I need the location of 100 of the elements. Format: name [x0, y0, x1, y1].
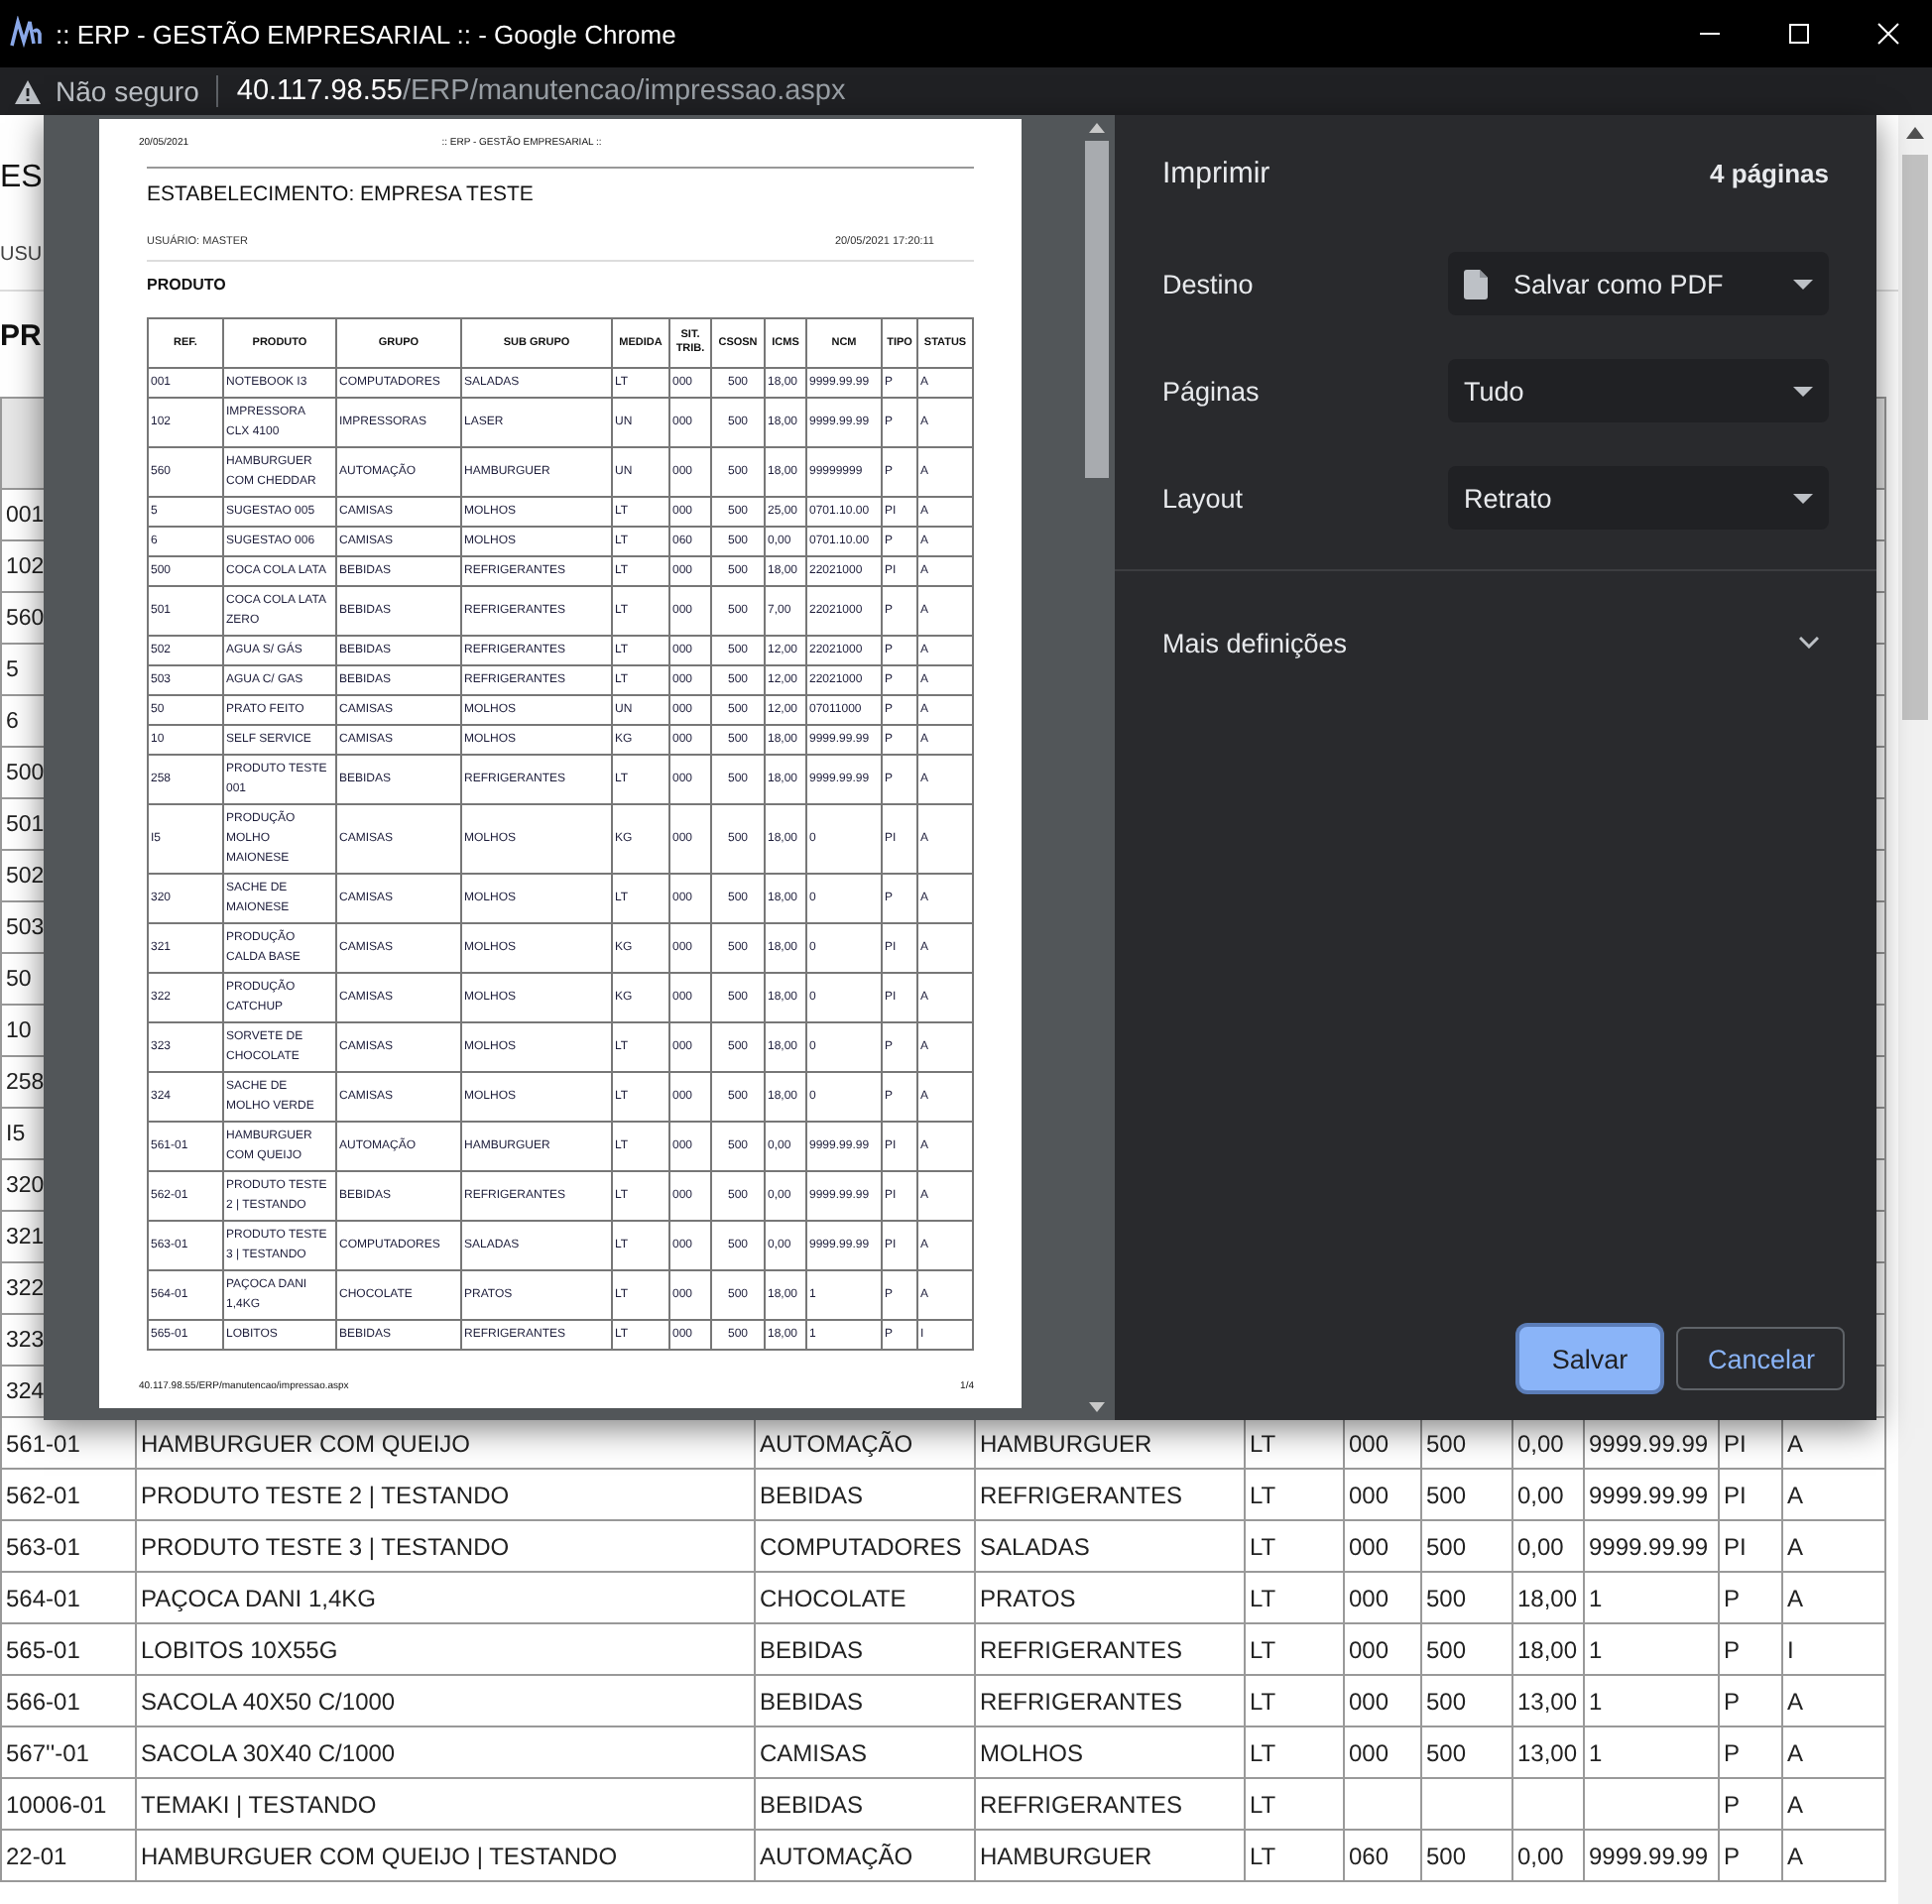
table-cell: TEMAKI | TESTANDO — [136, 1778, 755, 1830]
table-cell: A — [1782, 1726, 1885, 1778]
table-cell: BEBIDAS — [755, 1623, 975, 1675]
table-cell: 1 — [1584, 1726, 1719, 1778]
table-cell: LT — [1245, 1469, 1344, 1520]
table-cell: A — [1782, 1572, 1885, 1623]
table-cell: 060 — [1344, 1830, 1421, 1881]
table-cell: P — [1719, 1830, 1782, 1881]
establishment-title: ESTABELECIMENTO: EMPRESA TESTE — [147, 180, 536, 208]
table-cell: PI — [1719, 1469, 1782, 1520]
dialog-title: Imprimir — [1162, 155, 1270, 194]
table-cell: P — [1719, 1623, 1782, 1675]
table-cell: 000 — [1344, 1520, 1421, 1572]
logo-icon — [8, 16, 44, 52]
table-cell: HAMBURGUER — [975, 1830, 1245, 1881]
setting-label: Páginas — [1162, 376, 1262, 406]
caret-icon — [1793, 493, 1813, 503]
table-cell: PI — [1719, 1520, 1782, 1572]
table-cell: 565-01 — [1, 1623, 136, 1675]
scroll-down-icon — [1088, 1402, 1104, 1412]
table-cell: 9999.99.99 — [1584, 1830, 1719, 1881]
table-cell: PRODUTO TESTE 3 | TESTANDO — [136, 1520, 755, 1572]
table-cell: REFRIGERANTES — [975, 1469, 1245, 1520]
dropdown[interactable]: Salvar como PDF — [1448, 252, 1829, 315]
table-cell: 500 — [1421, 1469, 1512, 1520]
table-cell: CHOCOLATE — [755, 1572, 975, 1623]
section-heading: PR — [0, 317, 42, 357]
warning-icon — [14, 78, 42, 104]
table-cell: 1 — [1584, 1675, 1719, 1726]
cancel-button[interactable]: Cancelar — [1676, 1327, 1845, 1390]
user-label: USU — [0, 242, 43, 270]
table-cell: A — [1782, 1830, 1885, 1881]
file-icon — [1464, 269, 1488, 298]
table-cell: 562-01 — [1, 1469, 136, 1520]
table-cell: P — [1719, 1675, 1782, 1726]
table-cell: MOLHOS — [975, 1726, 1245, 1778]
dropdown[interactable]: Retrato — [1448, 466, 1829, 530]
scrollbar-thumb[interactable] — [1084, 141, 1108, 478]
table-cell: 0,00 — [1512, 1469, 1584, 1520]
chevron-icon — [1799, 637, 1819, 649]
table-cell: SACOLA 30X40 C/1000 — [136, 1726, 755, 1778]
maximize-icon — [1786, 22, 1810, 46]
table-cell: LOBITOS 10X55G — [136, 1623, 755, 1675]
table-cell: 9999.99.99 — [1584, 1469, 1719, 1520]
table-cell: 500 — [1421, 1572, 1512, 1623]
window-title: :: ERP - GESTÃO EMPRESARIAL :: - Google Chrome — [56, 19, 678, 49]
table-cell: SALADAS — [975, 1520, 1245, 1572]
table-cell: REFRIGERANTES — [975, 1675, 1245, 1726]
table-cell: P — [1719, 1778, 1782, 1830]
table-cell: A — [1782, 1675, 1885, 1726]
table-cell: LT — [1245, 1830, 1344, 1881]
page-count: 4 páginas — [1710, 157, 1829, 192]
table-cell: 500 — [1421, 1675, 1512, 1726]
table-cell: A — [1782, 1778, 1885, 1830]
table-cell: BEBIDAS — [755, 1675, 975, 1726]
table-cell: HAMBURGUER COM QUEIJO | TESTANDO — [136, 1830, 755, 1881]
table-cell: 000 — [1344, 1623, 1421, 1675]
table-cell: LT — [1245, 1675, 1344, 1726]
scrollbar-thumb[interactable] — [1902, 155, 1928, 720]
table-cell: 567''-01 — [1, 1726, 136, 1778]
table-cell: I — [1782, 1623, 1885, 1675]
scroll-up-icon — [1906, 127, 1924, 139]
table-cell: REFRIGERANTES — [975, 1623, 1245, 1675]
table-cell: 564-01 — [1, 1572, 136, 1623]
table-cell: 500 — [1421, 1726, 1512, 1778]
dropdown[interactable]: Tudo — [1448, 359, 1829, 422]
table-cell: COMPUTADORES — [755, 1520, 975, 1572]
table-cell: A — [1782, 1469, 1885, 1520]
table-cell: 10006-01 — [1, 1778, 136, 1830]
table-cell: 000 — [1344, 1572, 1421, 1623]
table-cell: BEBIDAS — [755, 1469, 975, 1520]
table-cell: REFRIGERANTES — [975, 1778, 1245, 1830]
table-cell: LT — [1245, 1623, 1344, 1675]
scrollbar[interactable] — [1898, 115, 1932, 1904]
table-cell: SACOLA 40X50 C/1000 — [136, 1675, 755, 1726]
table-cell: 1 — [1584, 1572, 1719, 1623]
table-cell: 563-01 — [1, 1520, 136, 1572]
table-cell: 13,00 — [1512, 1726, 1584, 1778]
table-cell: 22-01 — [1, 1830, 136, 1881]
table-cell: LT — [1245, 1520, 1344, 1572]
page-heading: ES — [0, 159, 43, 198]
section-heading: PRODUTO — [147, 276, 228, 296]
table-cell: P — [1719, 1726, 1782, 1778]
table-cell: LT — [1245, 1726, 1344, 1778]
table-cell: 18,00 — [1512, 1572, 1584, 1623]
table-cell: 0,00 — [1512, 1830, 1584, 1881]
table-cell: PRODUTO TESTE 2 | TESTANDO — [136, 1469, 755, 1520]
table-cell: PRATOS — [975, 1572, 1245, 1623]
save-button[interactable]: Salvar — [1519, 1327, 1660, 1390]
security-label[interactable]: Não seguro — [56, 75, 199, 107]
table-cell: PAÇOCA DANI 1,4KG — [136, 1572, 755, 1623]
table-cell: 000 — [1344, 1469, 1421, 1520]
table-cell: 000 — [1344, 1675, 1421, 1726]
table-cell: 566-01 — [1, 1675, 136, 1726]
table-cell: CAMISAS — [755, 1726, 975, 1778]
address-field[interactable]: 40.117.98.55/ERP/manutencao/impressao.aspx — [236, 75, 846, 107]
setting-label: Layout — [1162, 483, 1246, 513]
table-cell: A — [1782, 1520, 1885, 1572]
table-cell: 500 — [1421, 1520, 1512, 1572]
more-settings-toggle[interactable]: Mais definições — [1115, 571, 1876, 714]
